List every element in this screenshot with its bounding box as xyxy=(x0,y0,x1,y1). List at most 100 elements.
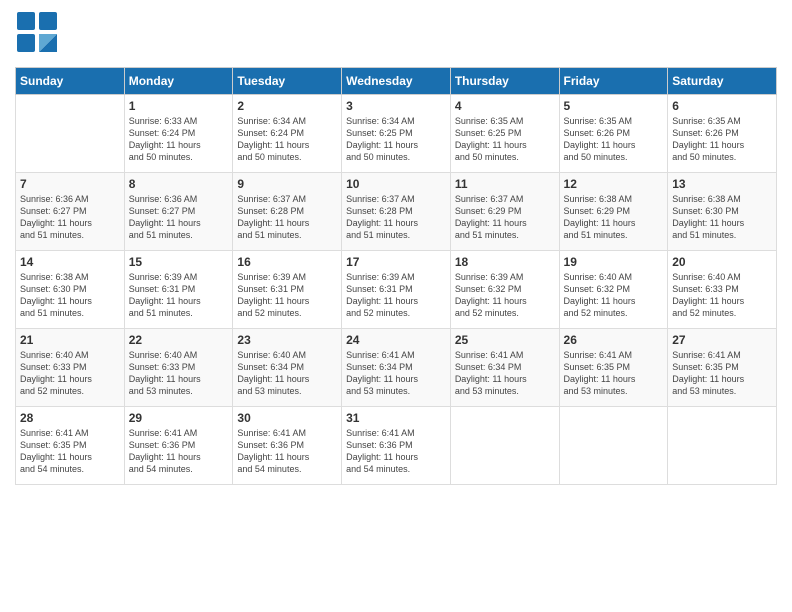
day-info: Sunrise: 6:40 AMSunset: 6:33 PMDaylight:… xyxy=(129,349,229,398)
day-info: Sunrise: 6:37 AMSunset: 6:29 PMDaylight:… xyxy=(455,193,555,242)
day-number: 14 xyxy=(20,255,120,269)
header-day-tuesday: Tuesday xyxy=(233,68,342,95)
day-number: 27 xyxy=(672,333,772,347)
calendar-cell: 27 Sunrise: 6:41 AMSunset: 6:35 PMDayligh… xyxy=(668,329,777,407)
day-info: Sunrise: 6:39 AMSunset: 6:31 PMDaylight:… xyxy=(129,271,229,320)
day-info: Sunrise: 6:38 AMSunset: 6:29 PMDaylight:… xyxy=(564,193,664,242)
header-day-sunday: Sunday xyxy=(16,68,125,95)
day-info: Sunrise: 6:39 AMSunset: 6:32 PMDaylight:… xyxy=(455,271,555,320)
day-info: Sunrise: 6:37 AMSunset: 6:28 PMDaylight:… xyxy=(237,193,337,242)
week-row-2: 7 Sunrise: 6:36 AMSunset: 6:27 PMDaylight… xyxy=(16,173,777,251)
day-number: 13 xyxy=(672,177,772,191)
day-number: 24 xyxy=(346,333,446,347)
day-info: Sunrise: 6:38 AMSunset: 6:30 PMDaylight:… xyxy=(20,271,120,320)
day-info: Sunrise: 6:41 AMSunset: 6:35 PMDaylight:… xyxy=(564,349,664,398)
day-info: Sunrise: 6:41 AMSunset: 6:36 PMDaylight:… xyxy=(129,427,229,476)
day-number: 19 xyxy=(564,255,664,269)
week-row-3: 14 Sunrise: 6:38 AMSunset: 6:30 PMDayligh… xyxy=(16,251,777,329)
calendar-cell: 8 Sunrise: 6:36 AMSunset: 6:27 PMDaylight… xyxy=(124,173,233,251)
day-info: Sunrise: 6:36 AMSunset: 6:27 PMDaylight:… xyxy=(129,193,229,242)
day-info: Sunrise: 6:40 AMSunset: 6:34 PMDaylight:… xyxy=(237,349,337,398)
day-info: Sunrise: 6:41 AMSunset: 6:36 PMDaylight:… xyxy=(237,427,337,476)
day-number: 11 xyxy=(455,177,555,191)
day-info: Sunrise: 6:40 AMSunset: 6:33 PMDaylight:… xyxy=(20,349,120,398)
day-number: 22 xyxy=(129,333,229,347)
day-number: 6 xyxy=(672,99,772,113)
day-number: 25 xyxy=(455,333,555,347)
week-row-1: 1 Sunrise: 6:33 AMSunset: 6:24 PMDaylight… xyxy=(16,95,777,173)
calendar-table: SundayMondayTuesdayWednesdayThursdayFrid… xyxy=(15,67,777,485)
page: SundayMondayTuesdayWednesdayThursdayFrid… xyxy=(0,0,792,612)
calendar-cell: 20 Sunrise: 6:40 AMSunset: 6:33 PMDayligh… xyxy=(668,251,777,329)
day-info: Sunrise: 6:34 AMSunset: 6:24 PMDaylight:… xyxy=(237,115,337,164)
day-number: 23 xyxy=(237,333,337,347)
day-info: Sunrise: 6:41 AMSunset: 6:35 PMDaylight:… xyxy=(20,427,120,476)
calendar-cell: 19Sunrise: 6:40 AMSunset: 6:32 PMDayligh… xyxy=(559,251,668,329)
calendar-cell: 7 Sunrise: 6:36 AMSunset: 6:27 PMDaylight… xyxy=(16,173,125,251)
day-info: Sunrise: 6:39 AMSunset: 6:31 PMDaylight:… xyxy=(346,271,446,320)
logo-icon xyxy=(15,10,59,54)
header-day-thursday: Thursday xyxy=(450,68,559,95)
calendar-cell: 10 Sunrise: 6:37 AMSunset: 6:28 PMDayligh… xyxy=(342,173,451,251)
calendar-cell xyxy=(16,95,125,173)
day-number: 4 xyxy=(455,99,555,113)
calendar-cell: 5 Sunrise: 6:35 AMSunset: 6:26 PMDaylight… xyxy=(559,95,668,173)
calendar-cell: 14 Sunrise: 6:38 AMSunset: 6:30 PMDayligh… xyxy=(16,251,125,329)
day-number: 12 xyxy=(564,177,664,191)
day-number: 28 xyxy=(20,411,120,425)
calendar-cell: 9Sunrise: 6:37 AMSunset: 6:28 PMDaylight… xyxy=(233,173,342,251)
day-info: Sunrise: 6:41 AMSunset: 6:35 PMDaylight:… xyxy=(672,349,772,398)
day-info: Sunrise: 6:38 AMSunset: 6:30 PMDaylight:… xyxy=(672,193,772,242)
calendar-cell: 2Sunrise: 6:34 AMSunset: 6:24 PMDaylight… xyxy=(233,95,342,173)
week-row-4: 21 Sunrise: 6:40 AMSunset: 6:33 PMDayligh… xyxy=(16,329,777,407)
logo xyxy=(15,10,59,59)
calendar-cell: 12 Sunrise: 6:38 AMSunset: 6:29 PMDayligh… xyxy=(559,173,668,251)
day-info: Sunrise: 6:35 AMSunset: 6:25 PMDaylight:… xyxy=(455,115,555,164)
day-number: 21 xyxy=(20,333,120,347)
day-number: 10 xyxy=(346,177,446,191)
day-number: 7 xyxy=(20,177,120,191)
calendar-cell: 26 Sunrise: 6:41 AMSunset: 6:35 PMDayligh… xyxy=(559,329,668,407)
calendar-cell xyxy=(668,407,777,485)
calendar-cell: 6Sunrise: 6:35 AMSunset: 6:26 PMDaylight… xyxy=(668,95,777,173)
calendar-cell: 24 Sunrise: 6:41 AMSunset: 6:34 PMDayligh… xyxy=(342,329,451,407)
day-number: 20 xyxy=(672,255,772,269)
day-number: 26 xyxy=(564,333,664,347)
day-info: Sunrise: 6:35 AMSunset: 6:26 PMDaylight:… xyxy=(564,115,664,164)
calendar-cell: 31Sunrise: 6:41 AMSunset: 6:36 PMDayligh… xyxy=(342,407,451,485)
calendar-cell: 18 Sunrise: 6:39 AMSunset: 6:32 PMDayligh… xyxy=(450,251,559,329)
calendar-cell xyxy=(450,407,559,485)
day-number: 16 xyxy=(237,255,337,269)
calendar-cell: 13 Sunrise: 6:38 AMSunset: 6:30 PMDayligh… xyxy=(668,173,777,251)
day-number: 1 xyxy=(129,99,229,113)
header xyxy=(15,10,777,59)
day-info: Sunrise: 6:33 AMSunset: 6:24 PMDaylight:… xyxy=(129,115,229,164)
calendar-cell: 17 Sunrise: 6:39 AMSunset: 6:31 PMDayligh… xyxy=(342,251,451,329)
day-number: 17 xyxy=(346,255,446,269)
day-number: 29 xyxy=(129,411,229,425)
calendar-cell xyxy=(559,407,668,485)
calendar-cell: 11 Sunrise: 6:37 AMSunset: 6:29 PMDayligh… xyxy=(450,173,559,251)
day-info: Sunrise: 6:40 AMSunset: 6:33 PMDaylight:… xyxy=(672,271,772,320)
header-day-saturday: Saturday xyxy=(668,68,777,95)
day-number: 3 xyxy=(346,99,446,113)
calendar-header-row: SundayMondayTuesdayWednesdayThursdayFrid… xyxy=(16,68,777,95)
day-info: Sunrise: 6:37 AMSunset: 6:28 PMDaylight:… xyxy=(346,193,446,242)
week-row-5: 28 Sunrise: 6:41 AMSunset: 6:35 PMDayligh… xyxy=(16,407,777,485)
calendar-cell: 15Sunrise: 6:39 AMSunset: 6:31 PMDayligh… xyxy=(124,251,233,329)
calendar-cell: 23 Sunrise: 6:40 AMSunset: 6:34 PMDayligh… xyxy=(233,329,342,407)
day-number: 18 xyxy=(455,255,555,269)
day-number: 31 xyxy=(346,411,446,425)
day-number: 8 xyxy=(129,177,229,191)
calendar-cell: 21 Sunrise: 6:40 AMSunset: 6:33 PMDayligh… xyxy=(16,329,125,407)
day-info: Sunrise: 6:41 AMSunset: 6:34 PMDaylight:… xyxy=(346,349,446,398)
day-number: 5 xyxy=(564,99,664,113)
calendar-cell: 22 Sunrise: 6:40 AMSunset: 6:33 PMDayligh… xyxy=(124,329,233,407)
calendar-cell: 30Sunrise: 6:41 AMSunset: 6:36 PMDayligh… xyxy=(233,407,342,485)
day-info: Sunrise: 6:41 AMSunset: 6:34 PMDaylight:… xyxy=(455,349,555,398)
day-info: Sunrise: 6:36 AMSunset: 6:27 PMDaylight:… xyxy=(20,193,120,242)
calendar-cell: 1 Sunrise: 6:33 AMSunset: 6:24 PMDaylight… xyxy=(124,95,233,173)
calendar-cell: 28 Sunrise: 6:41 AMSunset: 6:35 PMDayligh… xyxy=(16,407,125,485)
header-day-wednesday: Wednesday xyxy=(342,68,451,95)
calendar-cell: 3Sunrise: 6:34 AMSunset: 6:25 PMDaylight… xyxy=(342,95,451,173)
